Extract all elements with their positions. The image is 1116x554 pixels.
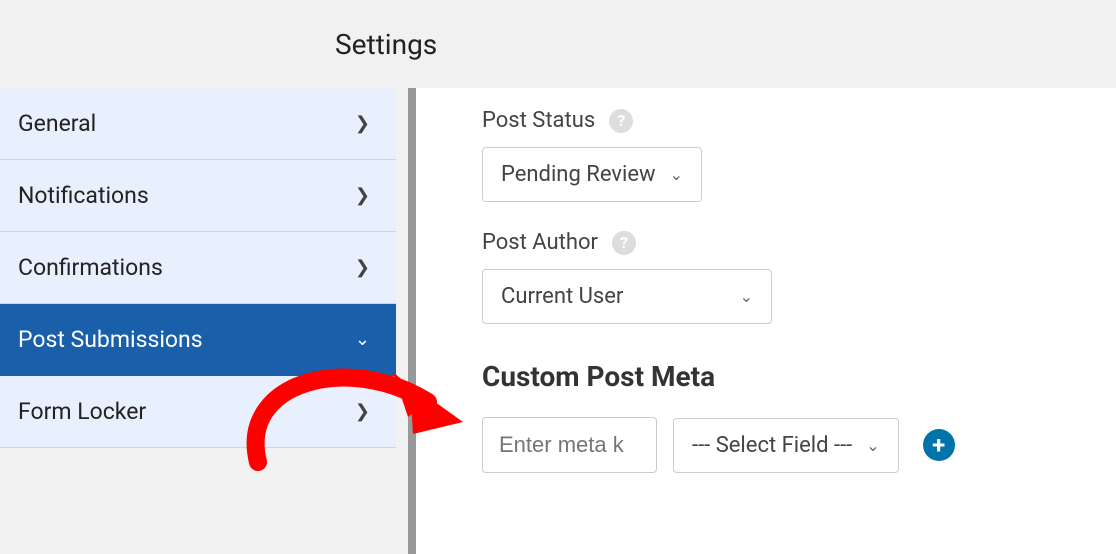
post-status-label: Post Status ? <box>482 108 1116 133</box>
sidebar-item-label: General <box>18 110 96 137</box>
post-status-select[interactable]: Pending Review ⌄ <box>482 147 702 202</box>
chevron-right-icon: ❯ <box>355 113 370 134</box>
sidebar-item-label: Post Submissions <box>18 326 203 353</box>
header: Settings <box>0 0 1116 88</box>
label-text: Post Status <box>482 108 595 133</box>
post-author-field: Post Author ? Current User ⌄ <box>482 230 1116 324</box>
chevron-down-icon: ⌄ <box>355 329 370 350</box>
settings-panel: Post Status ? Pending Review ⌄ Post Auth… <box>416 88 1116 554</box>
chevron-down-icon: ⌄ <box>740 287 753 306</box>
select-value: Pending Review <box>501 162 656 187</box>
sidebar-item-confirmations[interactable]: Confirmations ❯ <box>0 232 396 304</box>
sidebar-item-label: Notifications <box>18 182 149 209</box>
select-value: --- Select Field --- <box>692 433 852 458</box>
chevron-right-icon: ❯ <box>355 185 370 206</box>
panel-divider <box>408 88 416 554</box>
sidebar-item-notifications[interactable]: Notifications ❯ <box>0 160 396 232</box>
chevron-down-icon: ⌄ <box>866 436 879 455</box>
label-text: Post Author <box>482 230 598 255</box>
custom-meta-row: --- Select Field --- ⌄ + <box>482 417 1116 473</box>
sidebar-item-post-submissions[interactable]: Post Submissions ⌄ <box>0 304 396 376</box>
help-icon[interactable]: ? <box>612 231 636 255</box>
custom-post-meta-heading: Custom Post Meta <box>482 360 1116 393</box>
post-author-label: Post Author ? <box>482 230 1116 255</box>
chevron-right-icon: ❯ <box>355 257 370 278</box>
page-title: Settings <box>335 28 437 61</box>
help-icon[interactable]: ? <box>609 109 633 133</box>
add-meta-button[interactable]: + <box>923 429 955 461</box>
sidebar-item-label: Confirmations <box>18 254 163 281</box>
settings-sidebar: General ❯ Notifications ❯ Confirmations … <box>0 88 396 448</box>
sidebar-item-general[interactable]: General ❯ <box>0 88 396 160</box>
post-status-field: Post Status ? Pending Review ⌄ <box>482 108 1116 202</box>
chevron-down-icon: ⌄ <box>670 165 683 184</box>
sidebar-item-form-locker[interactable]: Form Locker ❯ <box>0 376 396 448</box>
chevron-right-icon: ❯ <box>355 401 370 422</box>
select-field-dropdown[interactable]: --- Select Field --- ⌄ <box>673 418 899 473</box>
sidebar-item-label: Form Locker <box>18 398 146 425</box>
meta-key-input[interactable] <box>482 417 657 473</box>
select-value: Current User <box>501 284 623 309</box>
post-author-select[interactable]: Current User ⌄ <box>482 269 772 324</box>
